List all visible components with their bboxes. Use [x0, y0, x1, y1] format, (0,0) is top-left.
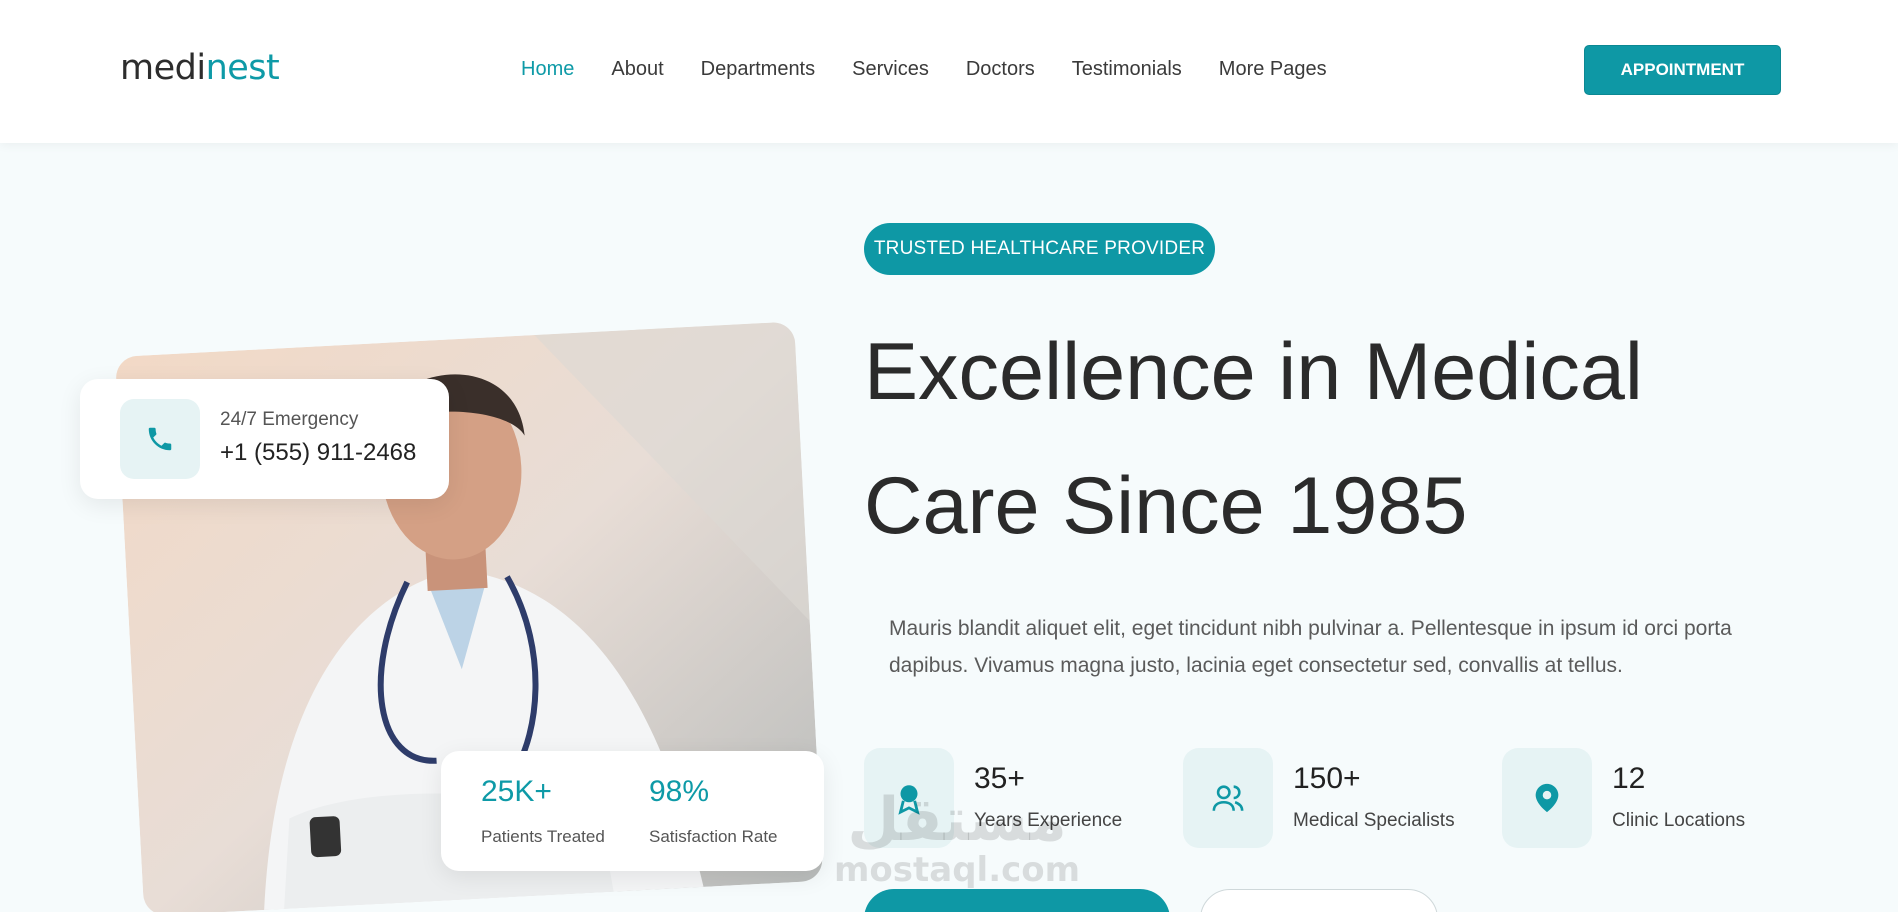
- stat-locations-value: 12: [1612, 762, 1646, 795]
- watermark-arabic: مستقل: [847, 785, 1067, 855]
- stat-specialists-label: Medical Specialists: [1293, 810, 1455, 831]
- location-pin-icon: [1502, 748, 1592, 848]
- hero-description: Mauris blandit aliquet elit, eget tincid…: [889, 617, 1732, 677]
- patients-treated-label: Patients Treated: [481, 827, 605, 846]
- stat-specialists-value: 150+: [1293, 762, 1361, 795]
- secondary-cta-button[interactable]: [1200, 889, 1438, 912]
- nav-about[interactable]: About: [611, 58, 663, 81]
- stat-locations-label: Clinic Locations: [1612, 810, 1746, 831]
- nav-home[interactable]: Home: [521, 58, 574, 81]
- logo[interactable]: medinest: [120, 48, 280, 88]
- site-header: medinest Home About Departments Services…: [0, 0, 1898, 143]
- watermark: مستقل mostaql.com: [834, 790, 1080, 890]
- watermark-latin: mostaql.com: [834, 850, 1081, 890]
- nav-departments[interactable]: Departments: [701, 58, 816, 81]
- trusted-badge: TRUSTED HEALTHCARE PROVIDER: [864, 223, 1215, 275]
- stat-locations: 12 Clinic Locations: [1502, 748, 1802, 848]
- nav-doctors[interactable]: Doctors: [966, 58, 1035, 81]
- nav-testimonials[interactable]: Testimonials: [1072, 58, 1182, 81]
- logo-text-part1: medi: [120, 48, 206, 88]
- primary-cta-button[interactable]: [864, 889, 1170, 912]
- satisfaction-rate-value: 98%: [649, 775, 710, 808]
- users-icon: [1183, 748, 1273, 848]
- hero-title-line1: Excellence in Medical: [864, 327, 1643, 417]
- satisfaction-rate-label: Satisfaction Rate: [649, 827, 778, 846]
- stat-specialists: 150+ Medical Specialists: [1183, 748, 1483, 848]
- patients-treated-value: 25K+: [481, 775, 552, 808]
- nav-more-pages[interactable]: More Pages: [1219, 58, 1327, 81]
- nav-services[interactable]: Services: [852, 58, 929, 81]
- main-nav: Home About Departments Services Doctors …: [521, 58, 1364, 81]
- logo-text-part2: nest: [205, 48, 280, 88]
- phone-icon[interactable]: [120, 399, 200, 479]
- emergency-phone[interactable]: +1 (555) 911-2468: [220, 439, 416, 467]
- hero-title-line2: Care Since 1985: [864, 461, 1468, 551]
- emergency-label: 24/7 Emergency: [220, 409, 359, 430]
- hero-title: Excellence in Medical Care Since 1985: [864, 305, 1764, 573]
- emergency-card: 24/7 Emergency +1 (555) 911-2468: [80, 379, 449, 499]
- appointment-button[interactable]: APPOINTMENT: [1584, 45, 1781, 95]
- photo-stats-card: 25K+ Patients Treated 98% Satisfaction R…: [441, 751, 824, 871]
